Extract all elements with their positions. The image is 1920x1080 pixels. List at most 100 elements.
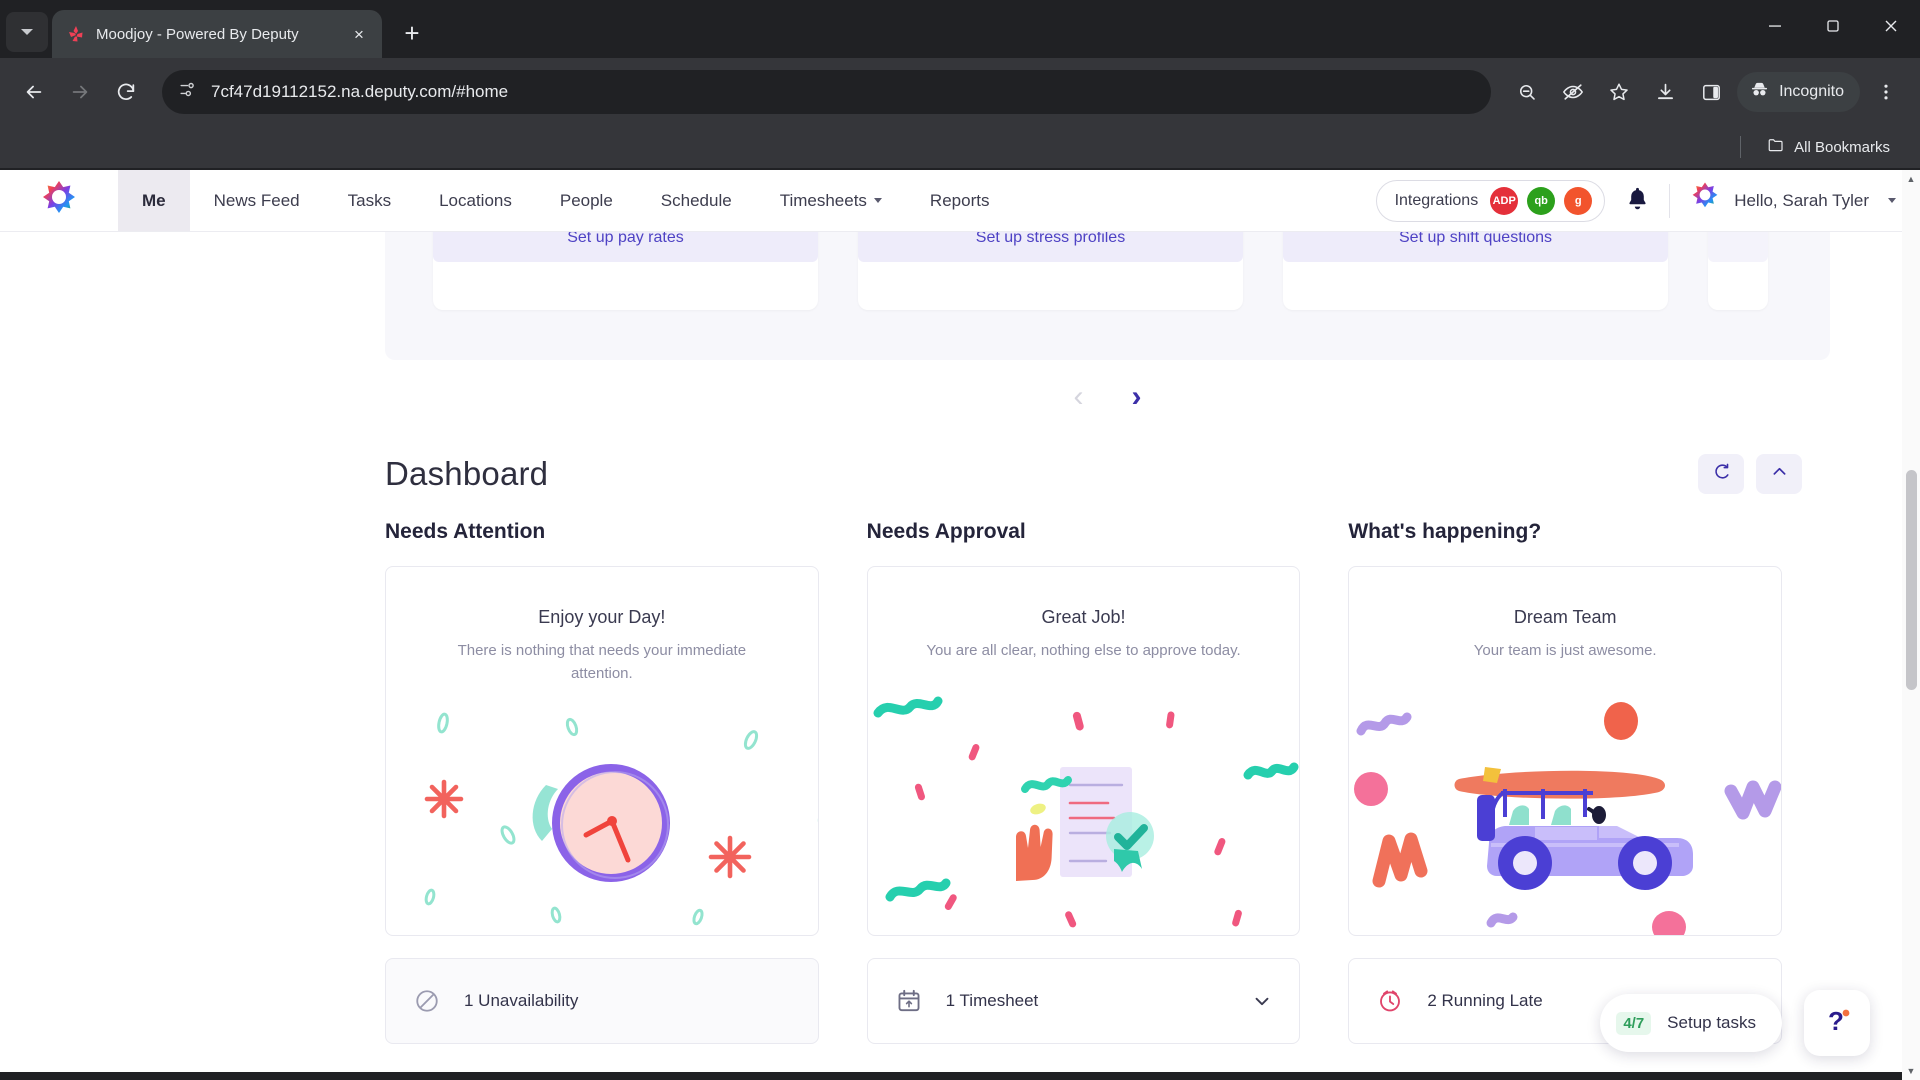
integration-badge-adp[interactable]: ADP	[1490, 186, 1519, 215]
card-subtitle: There is nothing that needs your immedia…	[457, 642, 747, 683]
collapse-dashboard-button[interactable]	[1756, 454, 1802, 494]
nav-label: Timesheets	[779, 190, 867, 210]
setup-tasks-widget[interactable]: 4/7 Setup tasks	[1600, 994, 1782, 1052]
notifications-button[interactable]	[1605, 185, 1669, 217]
chevron-down-icon	[21, 29, 33, 35]
clock-illustration	[386, 685, 818, 935]
scrollbar-thumb[interactable]	[1906, 470, 1917, 690]
tab-title: Moodjoy - Powered By Deputy	[96, 25, 299, 43]
column-needs-approval: Needs Approval Great Job! You are all cl…	[866, 520, 1301, 1044]
folder-icon	[1767, 136, 1785, 158]
url-text: 7cf47d19112152.na.deputy.com/#home	[211, 82, 509, 101]
chevron-up-icon	[1770, 462, 1789, 486]
nav-label: Schedule	[660, 190, 732, 210]
card-heading: Dream Team	[1513, 607, 1617, 627]
card-heading: Great Job!	[1041, 607, 1126, 627]
setup-card-partial-button[interactable]	[1708, 232, 1768, 262]
maximize-icon[interactable]	[1804, 0, 1862, 52]
bookmarks-bar: All Bookmarks	[0, 126, 1920, 168]
nav-links: Me News Feed Tasks Locations People Sche…	[118, 170, 1013, 231]
new-tab-button[interactable]: +	[392, 13, 432, 53]
back-icon[interactable]	[14, 72, 54, 112]
setup-card: Set up shift questions	[1283, 232, 1668, 310]
nav-item-locations[interactable]: Locations	[415, 170, 536, 231]
nav-item-reports[interactable]: Reports	[906, 170, 1014, 231]
zoom-out-icon[interactable]	[1507, 72, 1547, 112]
close-tab-icon[interactable]: ×	[346, 21, 372, 47]
kebab-menu-icon[interactable]	[1866, 72, 1906, 112]
nav-item-people[interactable]: People	[536, 170, 637, 231]
integration-badge-qb[interactable]: qb	[1527, 186, 1556, 215]
tab-search-button[interactable]	[6, 12, 48, 52]
setup-tasks-progress: 4/7	[1616, 1011, 1652, 1035]
svg-text:?: ?	[1828, 1006, 1844, 1036]
app-navbar: Me News Feed Tasks Locations People Sche…	[0, 170, 1920, 232]
incognito-icon	[1749, 79, 1770, 105]
refresh-icon	[1712, 462, 1731, 486]
calendar-icon	[894, 986, 924, 1016]
jeep-surfboard-illustration	[1349, 685, 1782, 935]
downloads-icon[interactable]	[1645, 72, 1685, 112]
carousel-prev-button[interactable]: ‹	[1074, 382, 1084, 412]
column-title: Needs Approval	[866, 520, 1026, 543]
help-button[interactable]: ?	[1804, 990, 1870, 1056]
chevron-down-icon	[873, 198, 882, 203]
browser-window: Moodjoy - Powered By Deputy × + 7cf47d19…	[0, 0, 1920, 1080]
minimize-icon[interactable]	[1746, 0, 1804, 52]
user-menu-button[interactable]: Hello, Sarah Tyler	[1670, 181, 1902, 220]
browser-tab[interactable]: Moodjoy - Powered By Deputy ×	[52, 10, 382, 58]
nav-item-news-feed[interactable]: News Feed	[190, 170, 324, 231]
question-mark-icon: ?	[1820, 1004, 1854, 1043]
user-greeting: Hello, Sarah Tyler	[1734, 190, 1869, 210]
integration-badge-g[interactable]: g	[1564, 186, 1593, 215]
address-bar[interactable]: 7cf47d19112152.na.deputy.com/#home	[162, 70, 1492, 114]
scroll-up-arrow[interactable]: ▲	[1902, 170, 1920, 188]
unavailability-item[interactable]: 1 Unavailability	[385, 958, 819, 1044]
setup-card: Set up pay rates	[433, 232, 818, 310]
side-panel-icon[interactable]	[1691, 72, 1731, 112]
carousel-next-button[interactable]: ›	[1132, 382, 1142, 412]
setup-tasks-label: Setup tasks	[1667, 1013, 1756, 1032]
nav-label: Tasks	[347, 190, 392, 210]
column-whats-happening: What's happening? Dream Team Your team i…	[1348, 520, 1783, 1044]
column-title: What's happening?	[1348, 520, 1542, 543]
timesheet-item[interactable]: 1 Timesheet	[866, 958, 1301, 1044]
nav-label: Reports	[929, 190, 990, 210]
nav-label: Me	[142, 190, 166, 210]
set-up-stress-profiles-button[interactable]: Set up stress profiles	[858, 232, 1243, 262]
nav-item-tasks[interactable]: Tasks	[324, 170, 415, 231]
set-up-shift-questions-button[interactable]: Set up shift questions	[1283, 232, 1668, 262]
bookmark-star-icon[interactable]	[1599, 72, 1639, 112]
tracking-protection-icon[interactable]	[1553, 72, 1593, 112]
checklist-approval-illustration	[868, 685, 1300, 935]
scroll-down-arrow[interactable]: ▼	[1902, 1062, 1920, 1080]
profile-label: Incognito	[1779, 83, 1844, 100]
bell-icon	[1624, 185, 1651, 217]
set-up-pay-rates-button[interactable]: Set up pay rates	[433, 232, 818, 262]
unavailability-icon	[412, 986, 442, 1016]
column-needs-attention: Needs Attention Enjoy your Day! There is…	[385, 520, 819, 1044]
item-label: 1 Unavailability	[464, 991, 579, 1010]
forward-icon[interactable]	[60, 72, 100, 112]
deputy-star-logo[interactable]	[0, 170, 118, 231]
divider	[1740, 136, 1742, 158]
page-viewport: Me News Feed Tasks Locations People Sche…	[0, 170, 1920, 1080]
dashboard-columns: Needs Attention Enjoy your Day! There is…	[385, 520, 1830, 1044]
nav-item-timesheets[interactable]: Timesheets	[756, 170, 906, 231]
site-settings-icon[interactable]	[178, 80, 197, 104]
setup-carousel-controls: ‹ ›	[385, 360, 1830, 434]
card-subtitle: You are all clear, nothing else to appro…	[926, 642, 1241, 659]
close-icon[interactable]	[1862, 0, 1920, 52]
incognito-profile-button[interactable]: Incognito	[1737, 72, 1860, 112]
refresh-button[interactable]	[1698, 454, 1744, 494]
all-bookmarks-button[interactable]: All Bookmarks	[1759, 132, 1898, 162]
reload-icon[interactable]	[106, 72, 146, 112]
page-scrollbar[interactable]: ▲ ▼	[1902, 170, 1920, 1080]
nav-item-me[interactable]: Me	[118, 170, 190, 231]
avatar	[1688, 181, 1722, 220]
nav-item-schedule[interactable]: Schedule	[637, 170, 756, 231]
column-title: Needs Attention	[385, 520, 546, 543]
integrations-button[interactable]: Integrations ADP qb g	[1375, 179, 1606, 222]
setup-cards-strip: Set up pay rates Set up stress profiles …	[385, 232, 1830, 360]
chevron-down-icon[interactable]	[1251, 990, 1273, 1012]
